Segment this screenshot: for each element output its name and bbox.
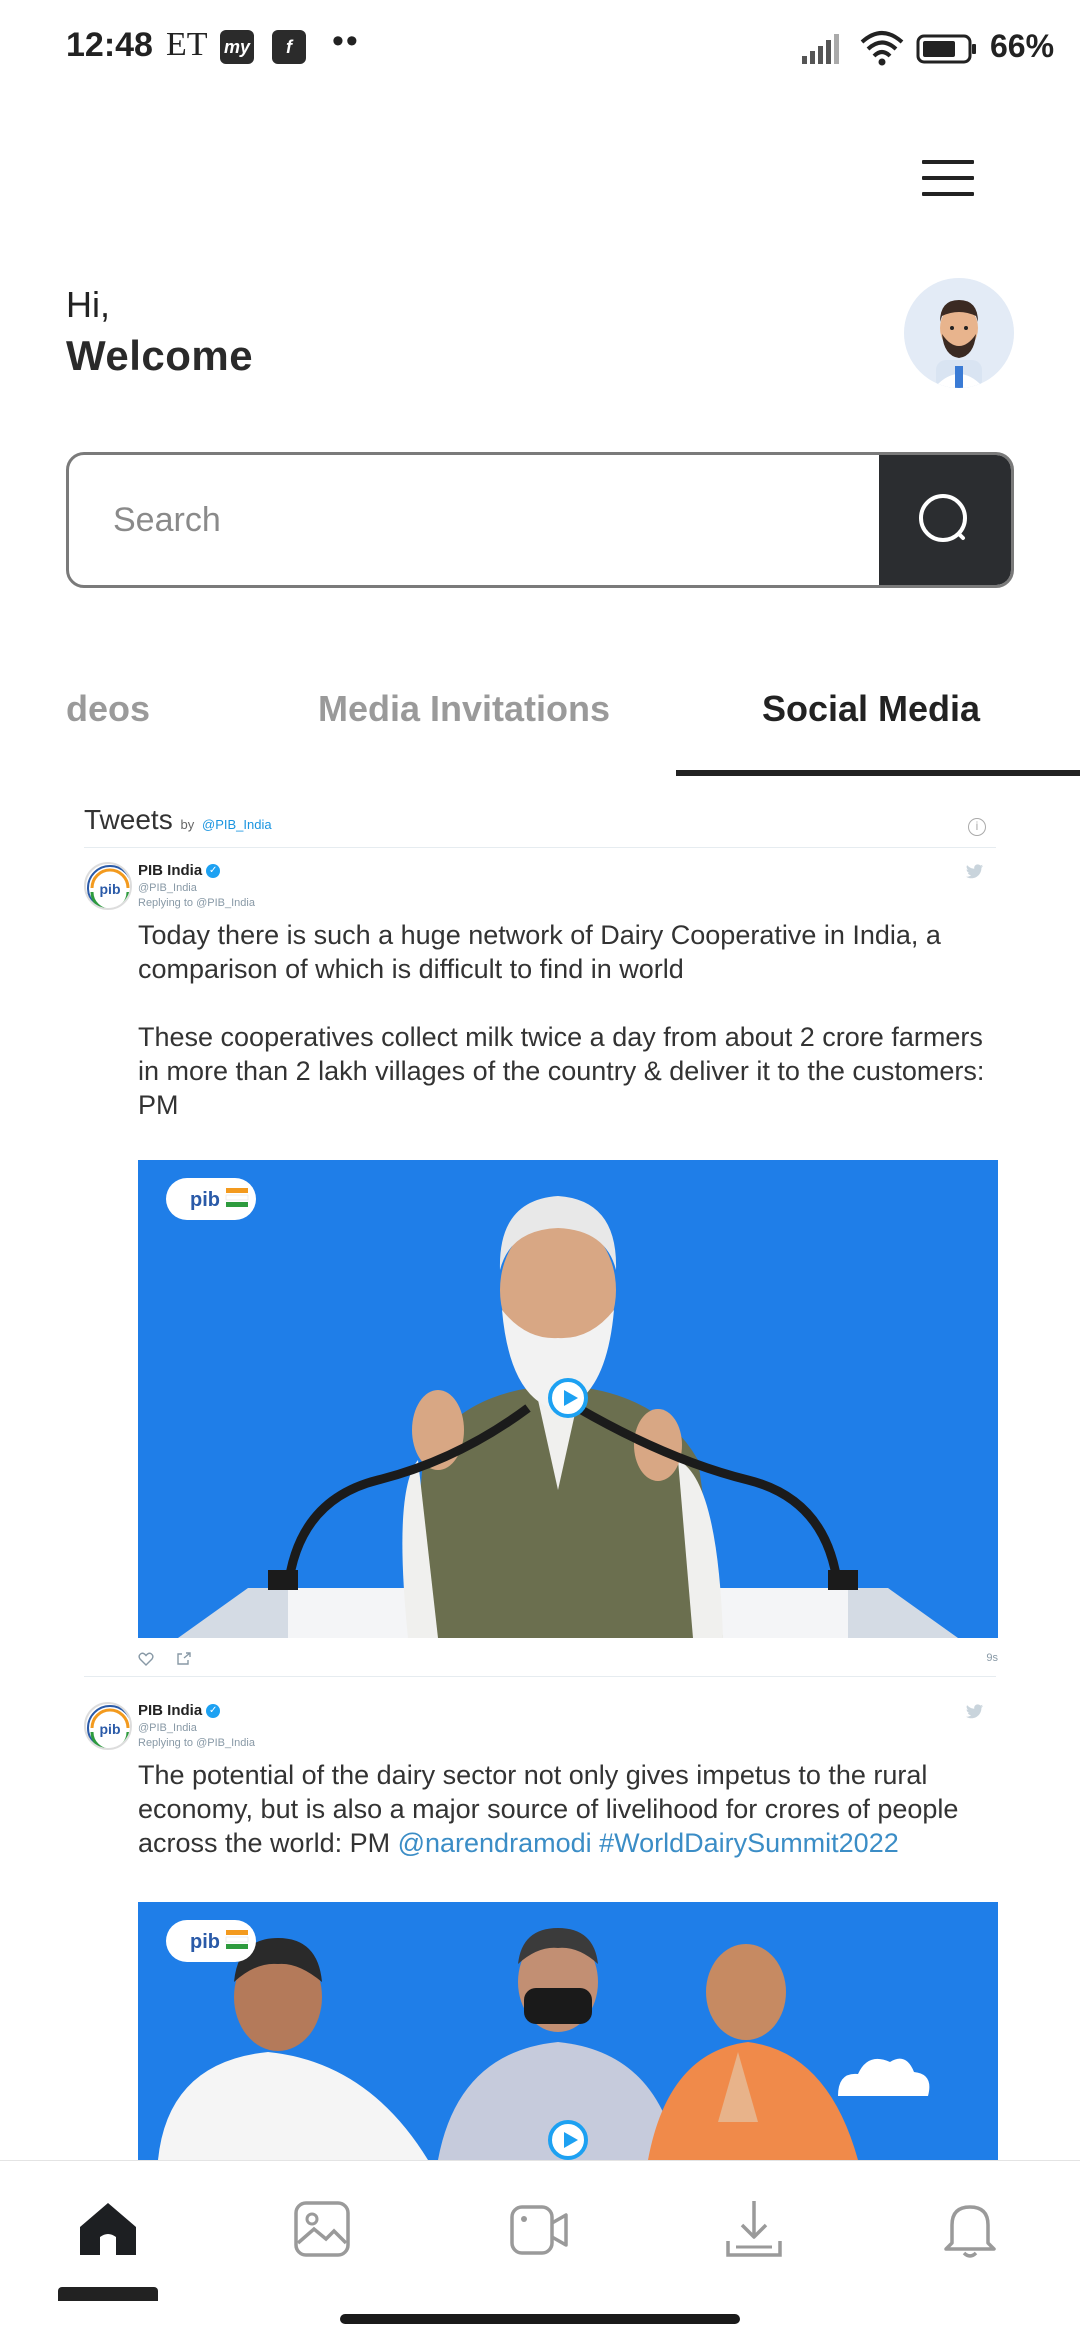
- tweet-actions: 9s: [138, 1650, 998, 1670]
- hamburger-icon: [922, 192, 974, 196]
- video-icon: [510, 2205, 568, 2255]
- search-bar: [66, 452, 1014, 588]
- timeline-title: Tweets by @PIB_India: [84, 804, 272, 836]
- user-avatar-icon: [904, 278, 1014, 388]
- gallery-icon: [294, 2201, 350, 2257]
- notification-app-icon: f: [272, 30, 306, 64]
- hashtag-link[interactable]: #WorldDairySummit2022: [599, 1828, 899, 1858]
- avatar[interactable]: [904, 278, 1014, 388]
- tab-social-media[interactable]: Social Media: [762, 688, 980, 730]
- nav-videos[interactable]: [506, 2197, 570, 2261]
- tweet-text: Today there is such a huge network of Da…: [138, 920, 985, 1120]
- play-icon[interactable]: [548, 2120, 588, 2160]
- pib-logo-icon: pib: [87, 865, 130, 908]
- signal-icon: [802, 34, 839, 64]
- tweet-divider: [84, 1676, 996, 1677]
- tweet-video[interactable]: pib: [138, 1160, 998, 1638]
- timeline-handle-link[interactable]: @PIB_India: [202, 817, 272, 832]
- verified-icon: ✓: [206, 1704, 221, 1719]
- nav-home[interactable]: [76, 2197, 140, 2261]
- tweet-card[interactable]: pib PIB India ✓ @PIB_India Replying to @P…: [84, 1694, 998, 2160]
- tab-videos[interactable]: deos: [66, 688, 150, 730]
- twitter-bird-icon[interactable]: [966, 864, 984, 880]
- battery-icon: [916, 34, 976, 64]
- nav-notifications[interactable]: [938, 2197, 1002, 2261]
- search-icon: [919, 494, 967, 542]
- download-icon: [726, 2201, 782, 2257]
- wifi-icon: [860, 31, 904, 66]
- twitter-bird-icon[interactable]: [966, 1704, 984, 1720]
- tweet-author-handle[interactable]: @PIB_India: [138, 882, 197, 894]
- tweet-author-name[interactable]: PIB India ✓: [138, 862, 221, 879]
- status-time: 12:48: [66, 26, 153, 64]
- more-notifications-icon: ••: [332, 22, 360, 60]
- like-icon[interactable]: [138, 1652, 154, 1666]
- timeline-by: by: [180, 817, 195, 832]
- timeline-title-text: Tweets: [84, 804, 173, 835]
- greeting-text: Hi,: [66, 284, 110, 325]
- tweet-author-handle[interactable]: @PIB_India: [138, 1722, 197, 1734]
- tweet-reply-context: Replying to @PIB_India: [138, 1737, 255, 1749]
- tweet-reply-context: Replying to @PIB_India: [138, 897, 255, 909]
- welcome-heading: Welcome: [66, 332, 254, 379]
- mention-link[interactable]: @narendramodi: [398, 1828, 592, 1858]
- pib-logo-icon: pib: [87, 1705, 130, 1748]
- search-input[interactable]: [69, 455, 881, 585]
- hamburger-icon: [922, 160, 974, 164]
- category-tabs: deos Media Invitations Social Media: [0, 660, 1080, 780]
- bell-icon: [944, 2205, 996, 2258]
- active-tab-indicator: [676, 770, 1080, 776]
- svg-text:pib: pib: [100, 881, 121, 897]
- share-icon[interactable]: [176, 1652, 192, 1666]
- info-icon[interactable]: i: [968, 818, 986, 836]
- tweet-card[interactable]: pib PIB India ✓ @PIB_India Replying to @P…: [84, 854, 998, 1666]
- notification-app-icon: my: [220, 30, 254, 64]
- verified-icon: ✓: [206, 864, 221, 879]
- hamburger-icon: [922, 176, 974, 180]
- svg-text:pib: pib: [190, 1931, 220, 1953]
- menu-button[interactable]: [922, 160, 974, 196]
- pib-logo-avatar[interactable]: pib: [84, 862, 132, 910]
- nav-downloads[interactable]: [722, 2197, 786, 2261]
- home-icon: [80, 2203, 136, 2255]
- timeline-header: Tweets by @PIB_India i: [84, 796, 996, 848]
- twitter-timeline[interactable]: Tweets by @PIB_India i pib PIB India ✓ @P…: [70, 786, 1010, 2160]
- search-button[interactable]: [879, 455, 1011, 585]
- tweet-author-name[interactable]: PIB India ✓: [138, 1702, 221, 1719]
- status-bar: 12:48 ET my f •• 66%: [0, 0, 1080, 80]
- nav-gallery[interactable]: [290, 2197, 354, 2261]
- play-icon[interactable]: [548, 1378, 588, 1418]
- pib-logo-avatar[interactable]: pib: [84, 1702, 132, 1750]
- tweet-video[interactable]: pib: [138, 1902, 998, 2160]
- svg-text:pib: pib: [100, 1721, 121, 1737]
- status-carrier: ET: [166, 26, 208, 63]
- tab-media-invitations[interactable]: Media Invitations: [318, 688, 610, 730]
- home-gesture-bar[interactable]: [340, 2314, 740, 2324]
- tweet-text: The potential of the dairy sector not on…: [138, 1760, 959, 1858]
- active-nav-indicator: [58, 2287, 158, 2301]
- svg-text:pib: pib: [190, 1189, 220, 1211]
- tweet-timestamp[interactable]: 9s: [986, 1652, 998, 1664]
- battery-level: 66%: [990, 28, 1055, 64]
- bottom-navigation: [0, 2160, 1080, 2340]
